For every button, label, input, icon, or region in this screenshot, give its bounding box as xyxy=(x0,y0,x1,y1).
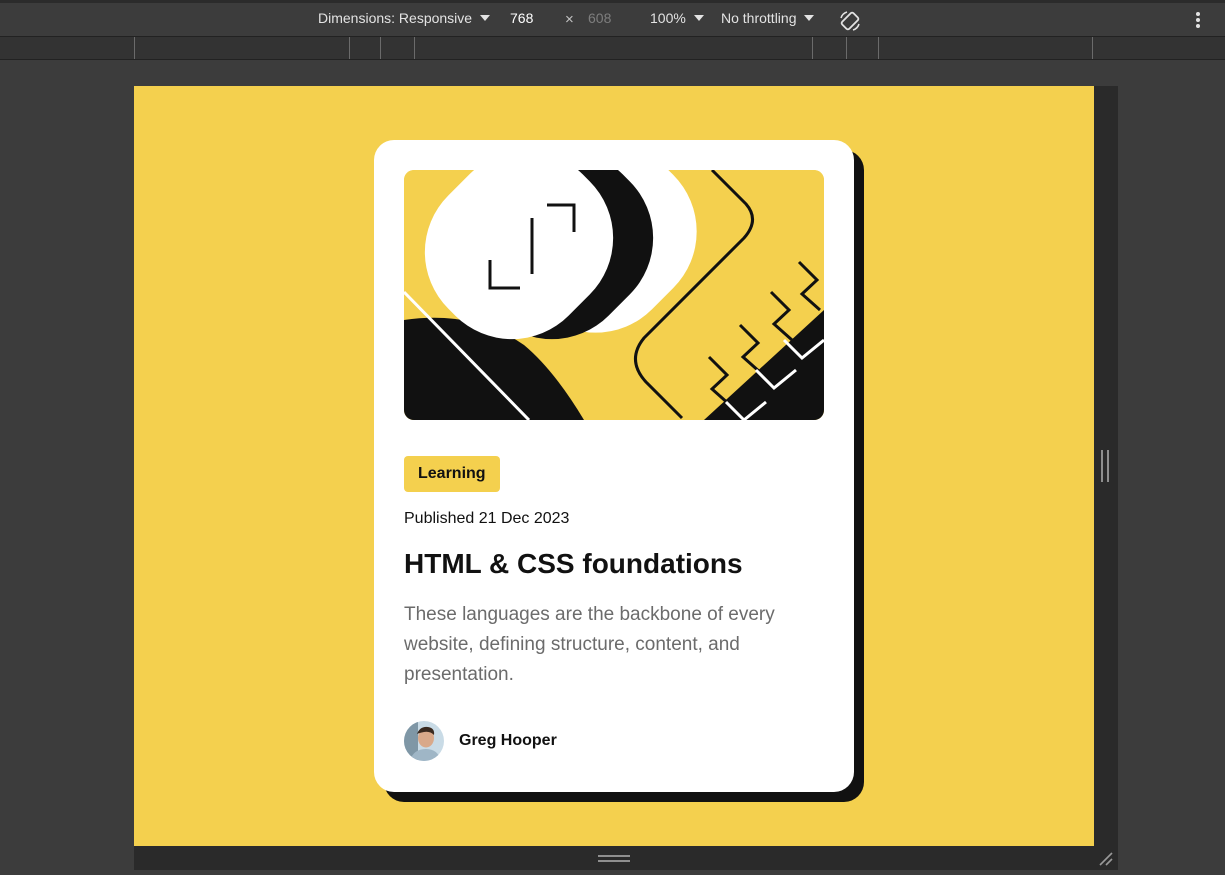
chevron-down-icon xyxy=(480,15,491,21)
media-query-marker[interactable] xyxy=(878,37,879,59)
media-query-marker[interactable] xyxy=(349,37,350,59)
author-info: Greg Hooper xyxy=(404,721,557,761)
media-query-marker[interactable] xyxy=(380,37,381,59)
media-query-bar xyxy=(0,36,1225,60)
avatar xyxy=(404,721,444,761)
blog-preview-card: Learning Published 21 Dec 2023 HTML & CS… xyxy=(374,140,854,792)
throttling-dropdown[interactable]: No throttling xyxy=(721,10,815,26)
resize-handle-right[interactable] xyxy=(1101,450,1109,482)
author-avatar-icon xyxy=(404,721,444,761)
media-query-marker[interactable] xyxy=(846,37,847,59)
published-date: Published 21 Dec 2023 xyxy=(404,510,570,527)
category-tag: Learning xyxy=(404,456,500,492)
card-description: These languages are the backbone of ever… xyxy=(404,604,775,685)
media-query-marker[interactable] xyxy=(414,37,415,59)
author-name: Greg Hooper xyxy=(459,732,557,749)
card-title[interactable]: HTML & CSS foundations xyxy=(404,548,743,580)
dimensions-label: Dimensions: Responsive xyxy=(318,10,473,26)
abstract-illustration-icon xyxy=(404,170,824,420)
dimensions-dropdown[interactable]: Dimensions: Responsive xyxy=(318,10,491,26)
hero-illustration xyxy=(404,170,824,420)
zoom-dropdown[interactable]: 100% xyxy=(650,10,704,26)
height-input[interactable]: 608 xyxy=(588,10,611,26)
more-options-icon[interactable] xyxy=(1190,12,1206,30)
media-query-marker[interactable] xyxy=(134,37,135,59)
width-input[interactable]: 768 xyxy=(510,10,533,26)
chevron-down-icon xyxy=(693,15,704,21)
device-toolbar: Dimensions: Responsive 768 × 608 100% No… xyxy=(0,0,1225,36)
media-query-marker[interactable] xyxy=(812,37,813,59)
times-icon: × xyxy=(565,11,574,28)
resize-corner-icon[interactable] xyxy=(1098,851,1114,867)
throttling-label: No throttling xyxy=(721,10,797,26)
rotate-icon[interactable] xyxy=(838,9,862,33)
chevron-down-icon xyxy=(804,15,815,21)
resize-handle-bottom[interactable] xyxy=(598,855,630,862)
zoom-label: 100% xyxy=(650,10,686,26)
media-query-marker[interactable] xyxy=(1092,37,1093,59)
emulated-viewport: Learning Published 21 Dec 2023 HTML & CS… xyxy=(134,86,1094,846)
